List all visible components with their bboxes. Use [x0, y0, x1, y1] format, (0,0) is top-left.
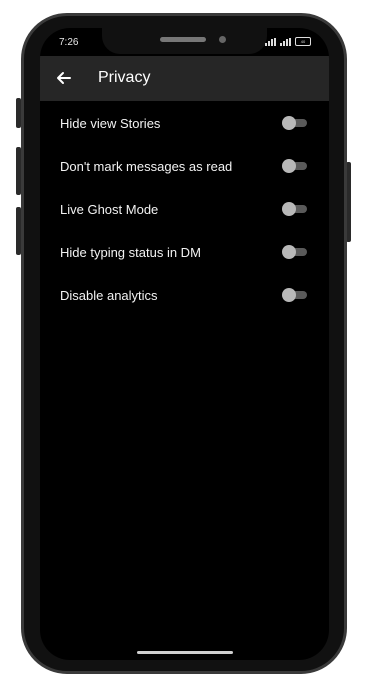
toggle-switch[interactable]: [282, 116, 308, 130]
status-time: 7:26: [59, 37, 79, 48]
phone-screen: 7:26 40 Privacy Hide view Stories Don't …: [40, 28, 329, 660]
setting-label: Disable analytics: [60, 288, 158, 303]
signal-icon-secondary: [280, 37, 291, 46]
setting-label: Live Ghost Mode: [60, 202, 159, 217]
setting-row-live-ghost-mode[interactable]: Live Ghost Mode: [40, 187, 329, 230]
notch: [102, 28, 267, 54]
setting-label: Don't mark messages as read: [60, 159, 233, 174]
arrow-left-icon[interactable]: [54, 68, 74, 88]
toggle-thumb: [282, 245, 296, 259]
toggle-thumb: [282, 159, 296, 173]
device-mockup: 7:26 40 Privacy Hide view Stories Don't …: [0, 0, 366, 681]
toggle-switch[interactable]: [282, 202, 308, 216]
setting-row-disable-analytics[interactable]: Disable analytics: [40, 273, 329, 316]
page-title: Privacy: [98, 69, 151, 86]
toggle-switch[interactable]: [282, 159, 308, 173]
status-icons: 40: [265, 37, 311, 46]
toggle-switch[interactable]: [282, 245, 308, 259]
signal-icon: [265, 37, 276, 46]
setting-row-hide-view-stories[interactable]: Hide view Stories: [40, 101, 329, 144]
setting-row-hide-typing-status[interactable]: Hide typing status in DM: [40, 230, 329, 273]
front-camera: [219, 36, 226, 43]
setting-label: Hide view Stories: [60, 116, 161, 131]
toggle-thumb: [282, 288, 296, 302]
app-bar: Privacy: [40, 56, 329, 101]
settings-list: Hide view Stories Don't mark messages as…: [40, 101, 329, 316]
home-indicator[interactable]: [137, 651, 233, 654]
battery-icon: 40: [295, 37, 311, 46]
setting-label: Hide typing status in DM: [60, 245, 201, 260]
toggle-switch[interactable]: [282, 288, 308, 302]
toggle-thumb: [282, 202, 296, 216]
toggle-thumb: [282, 116, 296, 130]
earpiece-speaker: [160, 37, 206, 42]
setting-row-dont-mark-read[interactable]: Don't mark messages as read: [40, 144, 329, 187]
